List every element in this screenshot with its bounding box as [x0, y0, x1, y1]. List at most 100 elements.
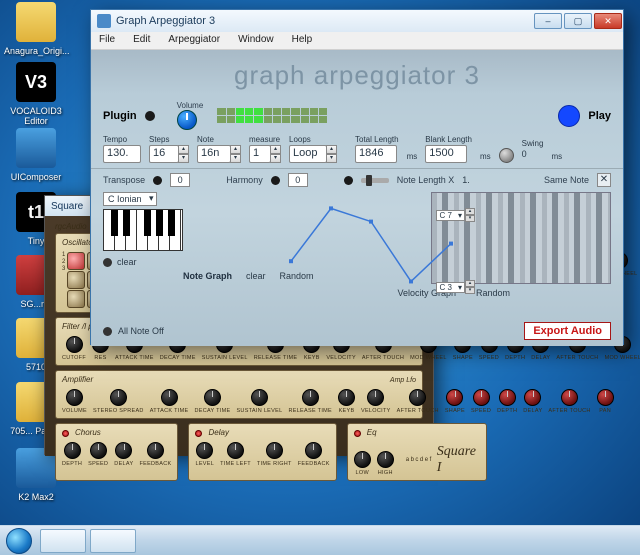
ms-unit: ms [480, 152, 491, 163]
piano-keyboard[interactable] [103, 209, 183, 251]
note-length-value: 1. [462, 175, 470, 185]
desktop-icon-uicomposer[interactable]: UIComposer [4, 128, 68, 182]
chorus-label: Chorus [75, 428, 101, 437]
app-title: graph arpeggiator 3 [103, 60, 611, 91]
menu-window[interactable]: Window [230, 32, 282, 49]
plugin-indicator-icon[interactable] [145, 111, 155, 121]
delay-label: Delay [208, 428, 228, 437]
blank-length-input[interactable]: 1500 [425, 145, 467, 163]
ga-titlebar[interactable]: Graph Arpeggiator 3 – ▢ ✕ [91, 10, 623, 32]
note-graph-clear-button[interactable]: clear [246, 271, 266, 281]
knob[interactable]: AFTER TOUCH [548, 389, 590, 414]
measure-input[interactable]: 1 [249, 145, 271, 163]
swing-value: 0 [522, 149, 544, 159]
knob[interactable]: DEPTH [62, 442, 82, 467]
osc-slot[interactable] [67, 271, 85, 289]
amplifier-panel: Amplifier Amp Lfo VOLUMESTEREO SPREADATT… [55, 370, 423, 419]
transpose-value[interactable]: 0 [170, 173, 190, 187]
delay-led-icon[interactable] [195, 430, 202, 437]
steps-input[interactable]: 16 [149, 145, 179, 163]
scale-select[interactable]: C Ionian [103, 192, 157, 206]
app-icon [97, 14, 111, 28]
menu-file[interactable]: File [91, 32, 123, 49]
plugin-label: Plugin [103, 110, 137, 122]
knob[interactable]: DEPTH [497, 389, 517, 414]
volume-knob[interactable] [177, 110, 197, 130]
taskbar-item[interactable] [40, 529, 86, 553]
knob[interactable]: TIME LEFT [220, 442, 251, 467]
harmony-toggle-icon[interactable] [271, 176, 280, 185]
lower-note-select[interactable]: C 3 [436, 282, 465, 293]
menu-arpeggiator[interactable]: Arpeggiator [160, 32, 228, 49]
knob[interactable]: SPEED [471, 389, 491, 414]
note-stepper[interactable]: ▴▾ [230, 145, 241, 163]
harmony-value[interactable]: 0 [288, 173, 308, 187]
minimize-button[interactable]: – [534, 13, 562, 29]
harmony-label: Harmony [226, 175, 263, 185]
desktop-icon-vocaloid[interactable]: V3VOCALOID3 Editor [4, 62, 68, 126]
measure-label: measure [249, 135, 281, 144]
knob[interactable]: RELEASE TIME [288, 389, 332, 414]
loops-select[interactable]: Loop [289, 145, 327, 163]
transpose-toggle-icon[interactable] [153, 176, 162, 185]
synth-brand-big: Square I [437, 444, 476, 476]
tempo-input[interactable]: 130. [103, 145, 141, 163]
clear-indicator-icon[interactable] [103, 258, 112, 267]
velocity-random-button[interactable]: Random [476, 288, 510, 298]
knob[interactable]: DELAY [523, 389, 542, 414]
export-audio-button[interactable]: Export Audio [524, 322, 611, 340]
eq-led-icon[interactable] [354, 430, 361, 437]
knob[interactable]: KEYB [338, 389, 355, 414]
ms-unit: ms [551, 152, 562, 163]
start-button[interactable] [6, 528, 32, 554]
desktop-icon-folder[interactable]: Anagura_Origi... [4, 2, 68, 56]
knob[interactable]: VELOCITY [361, 389, 391, 414]
note-length-toggle-icon[interactable] [344, 176, 353, 185]
knob[interactable]: SPEED [88, 442, 108, 467]
upper-note-stepper[interactable]: ▴▾ [465, 208, 475, 222]
knob[interactable]: FEEDBACK [298, 442, 330, 467]
knob[interactable]: VOLUME [62, 389, 87, 414]
knob[interactable]: LEVEL [195, 442, 214, 467]
osc-slot[interactable] [67, 252, 85, 270]
measure-stepper[interactable]: ▴▾ [270, 145, 281, 163]
loops-stepper[interactable]: ▴▾ [326, 145, 337, 163]
knob[interactable]: TIME RIGHT [257, 442, 292, 467]
upper-note-select[interactable]: C 7 [436, 210, 465, 221]
swing-knob[interactable] [499, 148, 514, 163]
knob[interactable]: CUTOFF [62, 336, 86, 361]
knob[interactable]: DECAY TIME [194, 389, 230, 414]
steps-stepper[interactable]: ▴▾ [178, 145, 189, 163]
clear-label[interactable]: clear [117, 257, 137, 267]
knob[interactable]: LOW [354, 451, 371, 476]
close-button[interactable]: ✕ [594, 13, 622, 29]
taskbar-item[interactable] [90, 529, 136, 553]
all-note-off-label[interactable]: All Note Off [118, 326, 164, 336]
window-title: Graph Arpeggiator 3 [116, 15, 215, 27]
note-graph-canvas[interactable]: C 7 ▴▾ C 3 ▴▾ [281, 200, 471, 296]
chorus-led-icon[interactable] [62, 430, 69, 437]
maximize-button[interactable]: ▢ [564, 13, 592, 29]
knob[interactable]: AFTER TOUCH [397, 389, 439, 414]
knob[interactable]: FEEDBACK [139, 442, 171, 467]
osc-slot[interactable] [67, 290, 85, 308]
note-length-slider[interactable] [361, 178, 389, 183]
amplifier-label: Amplifier [62, 375, 93, 384]
knob[interactable]: SUSTAIN LEVEL [236, 389, 282, 414]
knob[interactable]: SHAPE [445, 389, 465, 414]
knob[interactable]: STEREO SPREAD [93, 389, 144, 414]
loops-label: Loops [289, 135, 337, 144]
knob[interactable]: DELAY [114, 442, 133, 467]
play-button[interactable] [558, 105, 580, 127]
same-note-close-button[interactable]: ✕ [597, 173, 611, 187]
knob[interactable]: HIGH [377, 451, 394, 476]
lower-note-stepper[interactable]: ▴▾ [465, 280, 475, 294]
menu-help[interactable]: Help [284, 32, 321, 49]
note-select[interactable]: 16n [197, 145, 231, 163]
menu-edit[interactable]: Edit [125, 32, 158, 49]
note-length-x-label: Note Length X [397, 175, 455, 185]
knob[interactable]: ATTACK TIME [150, 389, 189, 414]
knob[interactable]: PAN [597, 389, 614, 414]
transpose-label: Transpose [103, 175, 145, 185]
all-note-off-icon[interactable] [103, 327, 112, 336]
